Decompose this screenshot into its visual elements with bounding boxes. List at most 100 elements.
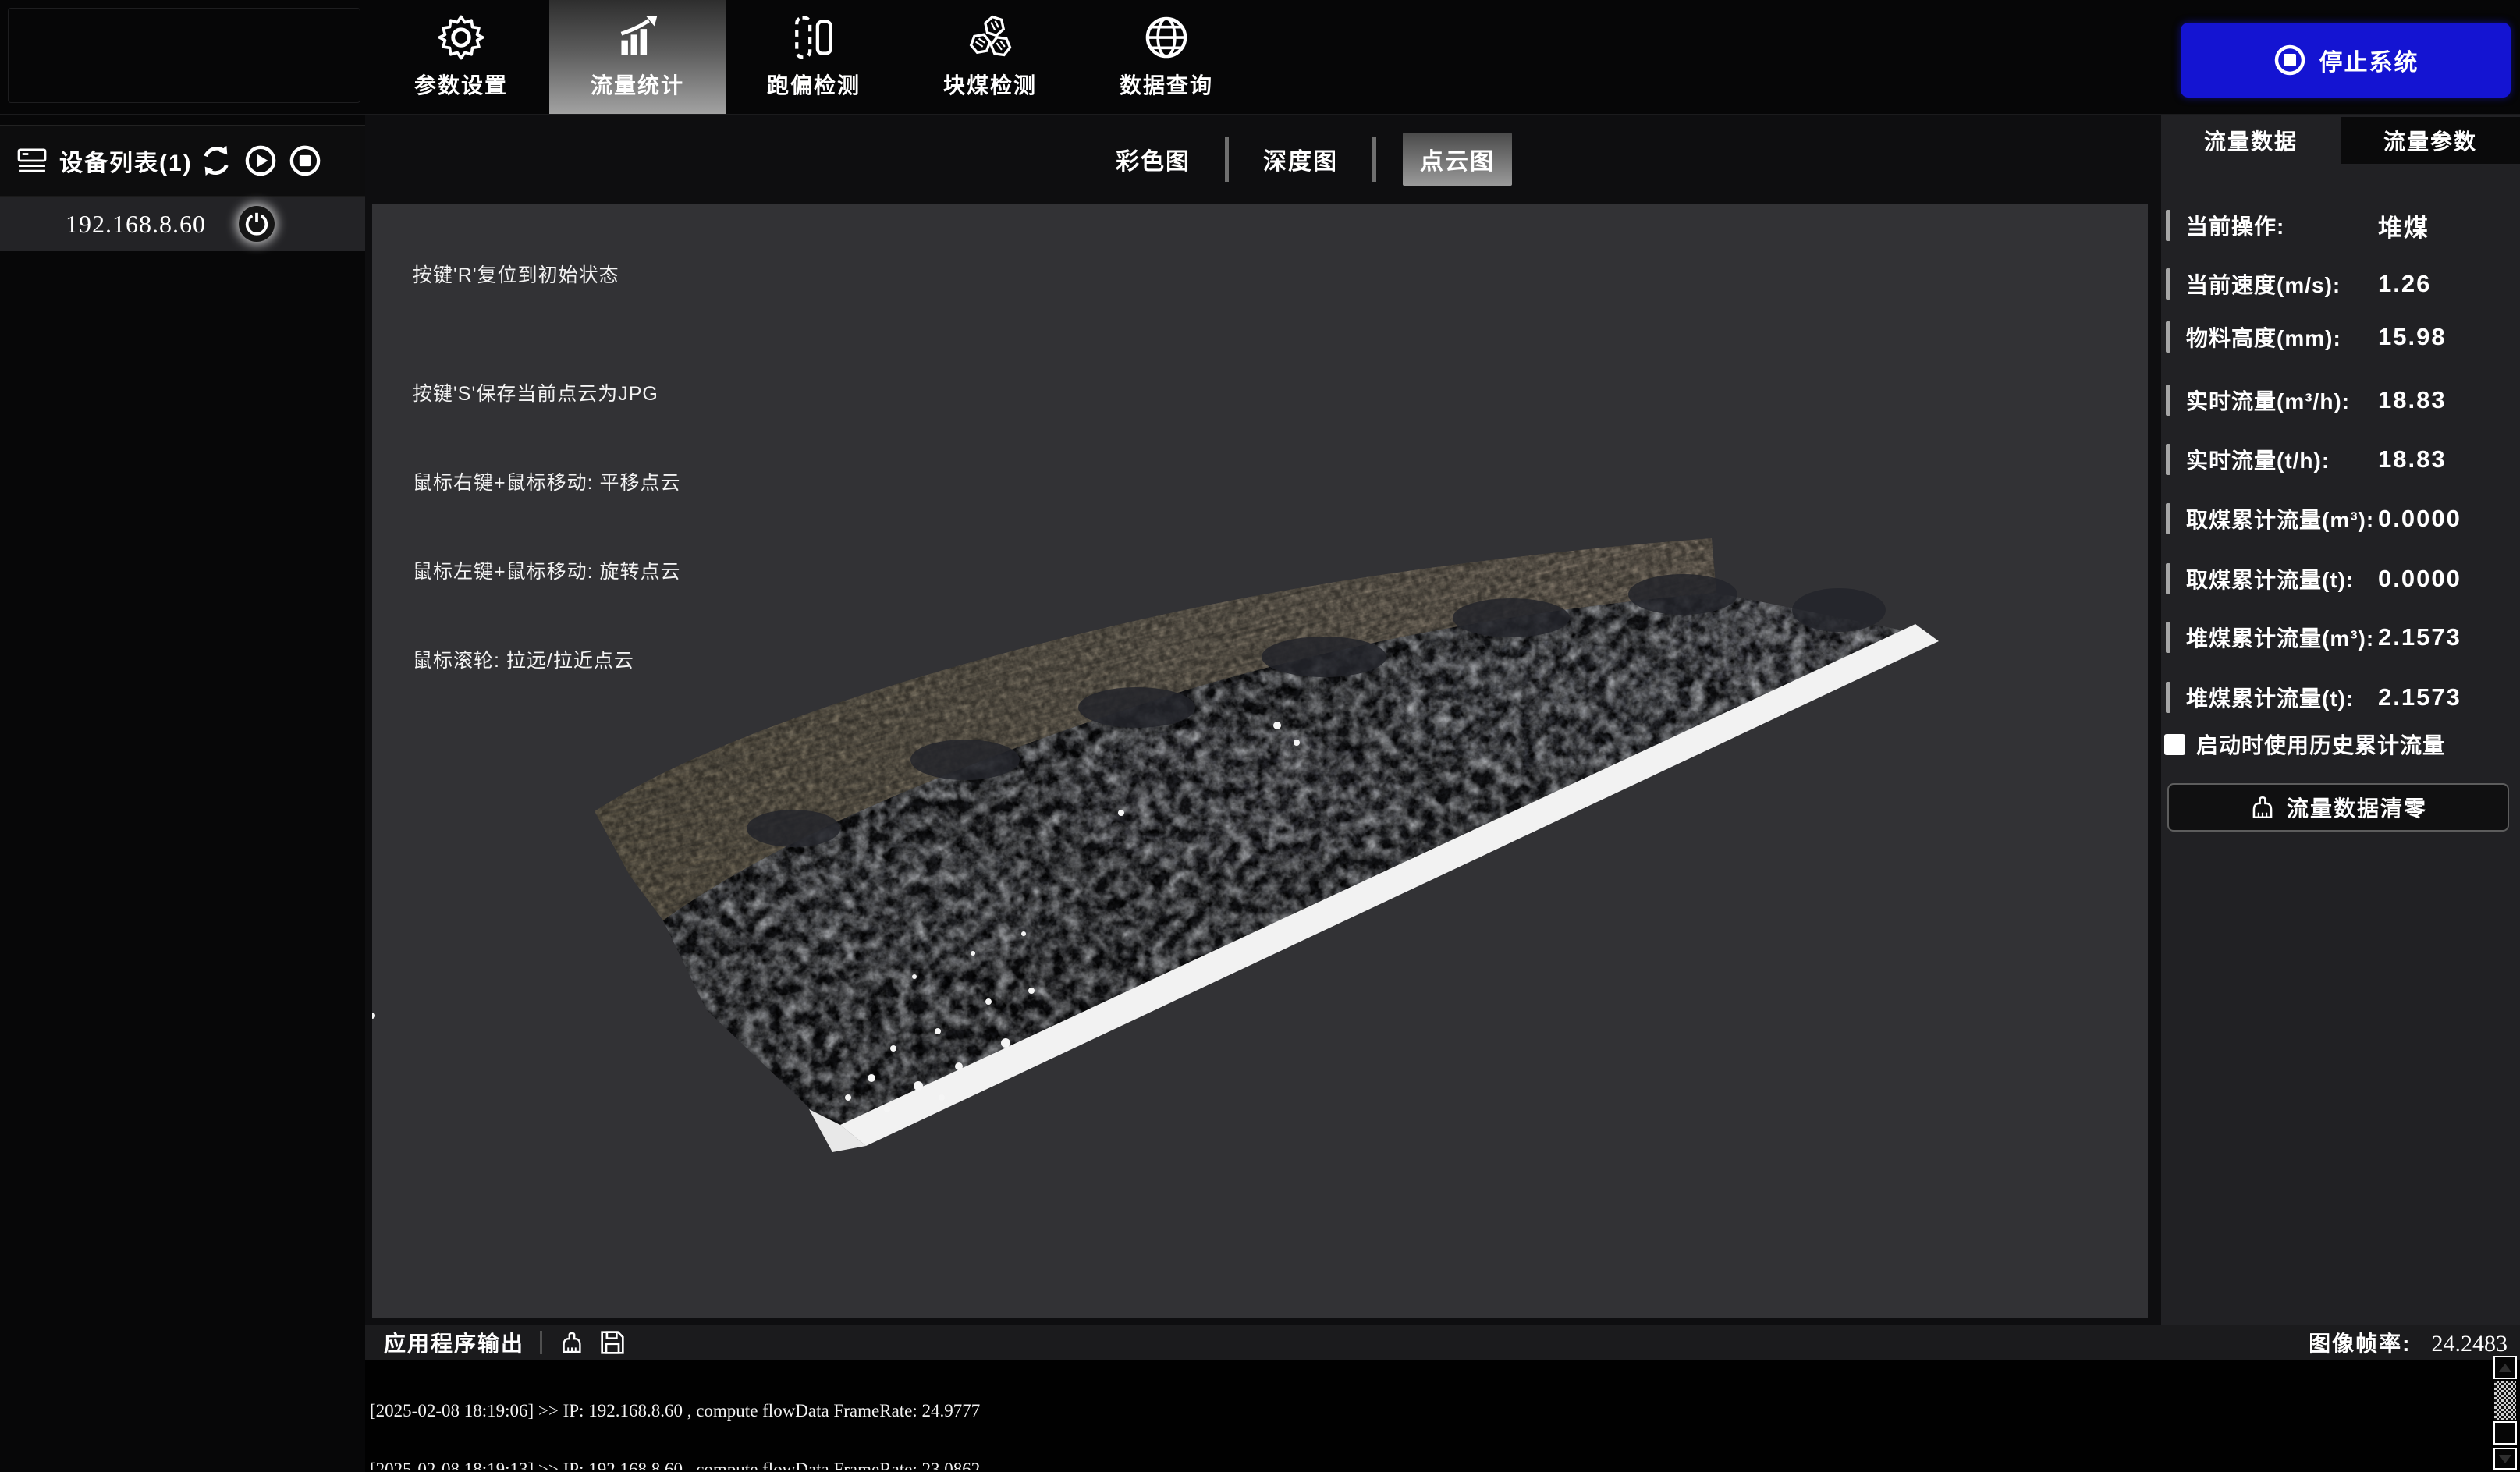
device-list-title: 设备列表(1) (59, 144, 193, 178)
row-label: 当前速度(m/s): (2186, 268, 2341, 300)
tab-depth-map[interactable]: 深度图 (1255, 133, 1346, 186)
scrollbar-thumb[interactable] (2493, 1421, 2517, 1445)
refresh-icon[interactable] (200, 144, 232, 177)
framerate-label: 图像帧率: (2309, 1327, 2411, 1358)
row-label: 当前操作: (2186, 210, 2284, 241)
scrollbar-up-button[interactable] (2493, 1356, 2517, 1379)
row-accent-bar (2166, 321, 2170, 353)
toolbar-tab-parameter-settings[interactable]: 参数设置 (373, 0, 549, 114)
device-row[interactable]: 192.168.8.60 (0, 197, 365, 251)
history-flow-option: 启动时使用历史累计流量 (2161, 730, 2520, 758)
row-accent-bar (2166, 682, 2170, 713)
row-value: 0.0000 (2378, 505, 2461, 533)
stop-circle-icon[interactable] (289, 144, 321, 177)
row-label: 堆煤累计流量(t): (2186, 682, 2354, 713)
deviation-icon (790, 14, 837, 61)
clear-flow-data-label: 流量数据清零 (2287, 792, 2427, 823)
tab-flow-data[interactable]: 流量数据 (2161, 117, 2341, 164)
power-button[interactable] (239, 206, 275, 242)
log-output: [2025-02-08 18:19:06] >> IP: 192.168.8.6… (370, 1362, 2484, 1470)
output-header: 应用程序输出 图像帧率: 24.2483 (365, 1325, 2520, 1360)
flow-row-stackcoal-total-t: 堆煤累计流量(t): 2.1573 (2161, 679, 2520, 715)
toolbar-tab-label: 参数设置 (414, 69, 508, 100)
flow-row-material-height: 物料高度(mm): 15.98 (2161, 319, 2520, 355)
device-ip: 192.168.8.60 (66, 210, 206, 239)
down-arrow-icon (2499, 1455, 2511, 1463)
row-value: 堆煤 (2378, 208, 2429, 243)
row-accent-bar (2166, 503, 2170, 534)
device-list-header: 设备列表(1) (0, 125, 365, 197)
log-line: [2025-02-08 18:19:06] >> IP: 192.168.8.6… (370, 1401, 2484, 1421)
tab-divider (1372, 137, 1376, 182)
toolbar-left-frame (8, 8, 360, 103)
row-value: 0.0000 (2378, 565, 2461, 593)
toolbar-tab-label: 流量统计 (591, 69, 684, 100)
row-value: 2.1573 (2378, 683, 2461, 711)
row-label: 堆煤累计流量(m³): (2186, 622, 2374, 653)
history-flow-checkbox[interactable] (2164, 734, 2185, 755)
flow-row-current-speed: 当前速度(m/s): 1.26 (2161, 266, 2520, 302)
flow-panel-tabs: 流量数据 流量参数 (2161, 117, 2520, 164)
scrollbar-track[interactable] (2494, 1381, 2516, 1420)
image-framerate: 图像帧率: 24.2483 (2309, 1327, 2520, 1358)
up-arrow-icon (2499, 1364, 2511, 1372)
history-flow-label: 启动时使用历史累计流量 (2196, 729, 2445, 760)
gear-icon (438, 14, 484, 61)
point-cloud-viewport[interactable]: 按键'R'复位到初始状态 按键'S'保存当前点云为JPG 鼠标右键+鼠标移动: … (372, 204, 2148, 1318)
row-accent-bar (2166, 444, 2170, 475)
flow-row-stackcoal-total-m3: 堆煤累计流量(m³): 2.1573 (2161, 619, 2520, 655)
row-label: 实时流量(t/h): (2186, 444, 2330, 475)
play-circle-icon[interactable] (244, 144, 277, 177)
toolbar-tab-label: 块煤检测 (943, 69, 1037, 100)
toolbar-tab-flow-statistics[interactable]: 流量统计 (549, 0, 726, 114)
scrollbar-down-button[interactable] (2493, 1448, 2517, 1470)
row-value: 18.83 (2378, 386, 2447, 414)
broom-icon (2249, 794, 2276, 821)
row-accent-bar (2166, 385, 2170, 416)
row-label: 物料高度(mm): (2186, 321, 2341, 353)
clear-flow-data-button[interactable]: 流量数据清零 (2167, 783, 2509, 832)
view-mode-tabs: 彩色图 深度图 点云图 (1108, 133, 1512, 186)
row-accent-bar (2166, 622, 2170, 653)
stop-system-label: 停止系统 (2319, 43, 2419, 77)
toolbar-tab-data-query[interactable]: 数据查询 (1078, 0, 1255, 114)
application-output-panel: 应用程序输出 图像帧率: 24.2483 [2025-02-08 18:19:0… (365, 1325, 2520, 1472)
coal-flow-monitor-app: 参数设置 流量统计 跑偏检测 块煤检测 (0, 0, 2520, 1472)
clear-log-broom-icon[interactable] (558, 1328, 586, 1357)
point-cloud-render (372, 204, 2148, 1318)
device-sidebar: 设备列表(1) 192.168.8.60 (0, 115, 366, 1472)
row-label: 取煤累计流量(m³): (2186, 503, 2374, 534)
row-accent-bar (2166, 268, 2170, 300)
toolbar-tab-lump-coal-detection[interactable]: 块煤检测 (902, 0, 1078, 114)
stop-system-button[interactable]: 停止系统 (2181, 23, 2511, 98)
framerate-value: 24.2483 (2432, 1331, 2508, 1357)
flow-data-panel: 流量数据 流量参数 当前操作: 堆煤 当前速度(m/s): 1.26 物料高度(… (2161, 115, 2520, 1325)
coal-lumps-icon (967, 14, 1013, 61)
row-label: 取煤累计流量(t): (2186, 563, 2354, 594)
flow-row-takecoal-total-t: 取煤累计流量(t): 0.0000 (2161, 561, 2520, 597)
main-view-area: 彩色图 深度图 点云图 按键'R'复位到初始状态 按键'S'保存当前点云为JPG… (365, 115, 2161, 1325)
flow-row-takecoal-total-m3: 取煤累计流量(m³): 0.0000 (2161, 501, 2520, 537)
top-toolbar: 参数设置 流量统计 跑偏检测 块煤检测 (0, 0, 2520, 115)
log-scrollbar (2493, 1356, 2518, 1470)
save-log-floppy-icon[interactable] (598, 1328, 626, 1357)
globe-icon (1143, 14, 1190, 61)
flow-row-realtime-flow-t: 实时流量(t/h): 18.83 (2161, 442, 2520, 477)
toolbar-tab-label: 跑偏检测 (767, 69, 861, 100)
bar-chart-icon (614, 14, 661, 61)
stop-circle-icon (2273, 43, 2307, 77)
toolbar-tab-deviation-detection[interactable]: 跑偏检测 (726, 0, 902, 114)
device-list-actions (200, 144, 365, 177)
tab-divider (1225, 137, 1229, 182)
row-value: 1.26 (2378, 270, 2431, 298)
tab-flow-params[interactable]: 流量参数 (2341, 117, 2520, 164)
flow-row-realtime-flow-m3: 实时流量(m³/h): 18.83 (2161, 382, 2520, 418)
toolbar-tab-label: 数据查询 (1120, 69, 1213, 100)
output-title: 应用程序输出 (384, 1327, 524, 1358)
tab-color-map[interactable]: 彩色图 (1108, 133, 1198, 186)
row-accent-bar (2166, 563, 2170, 594)
tab-point-cloud[interactable]: 点云图 (1403, 133, 1512, 186)
row-label: 实时流量(m³/h): (2186, 385, 2350, 416)
device-list-icon (17, 148, 47, 173)
flow-row-current-operation: 当前操作: 堆煤 (2161, 207, 2520, 243)
